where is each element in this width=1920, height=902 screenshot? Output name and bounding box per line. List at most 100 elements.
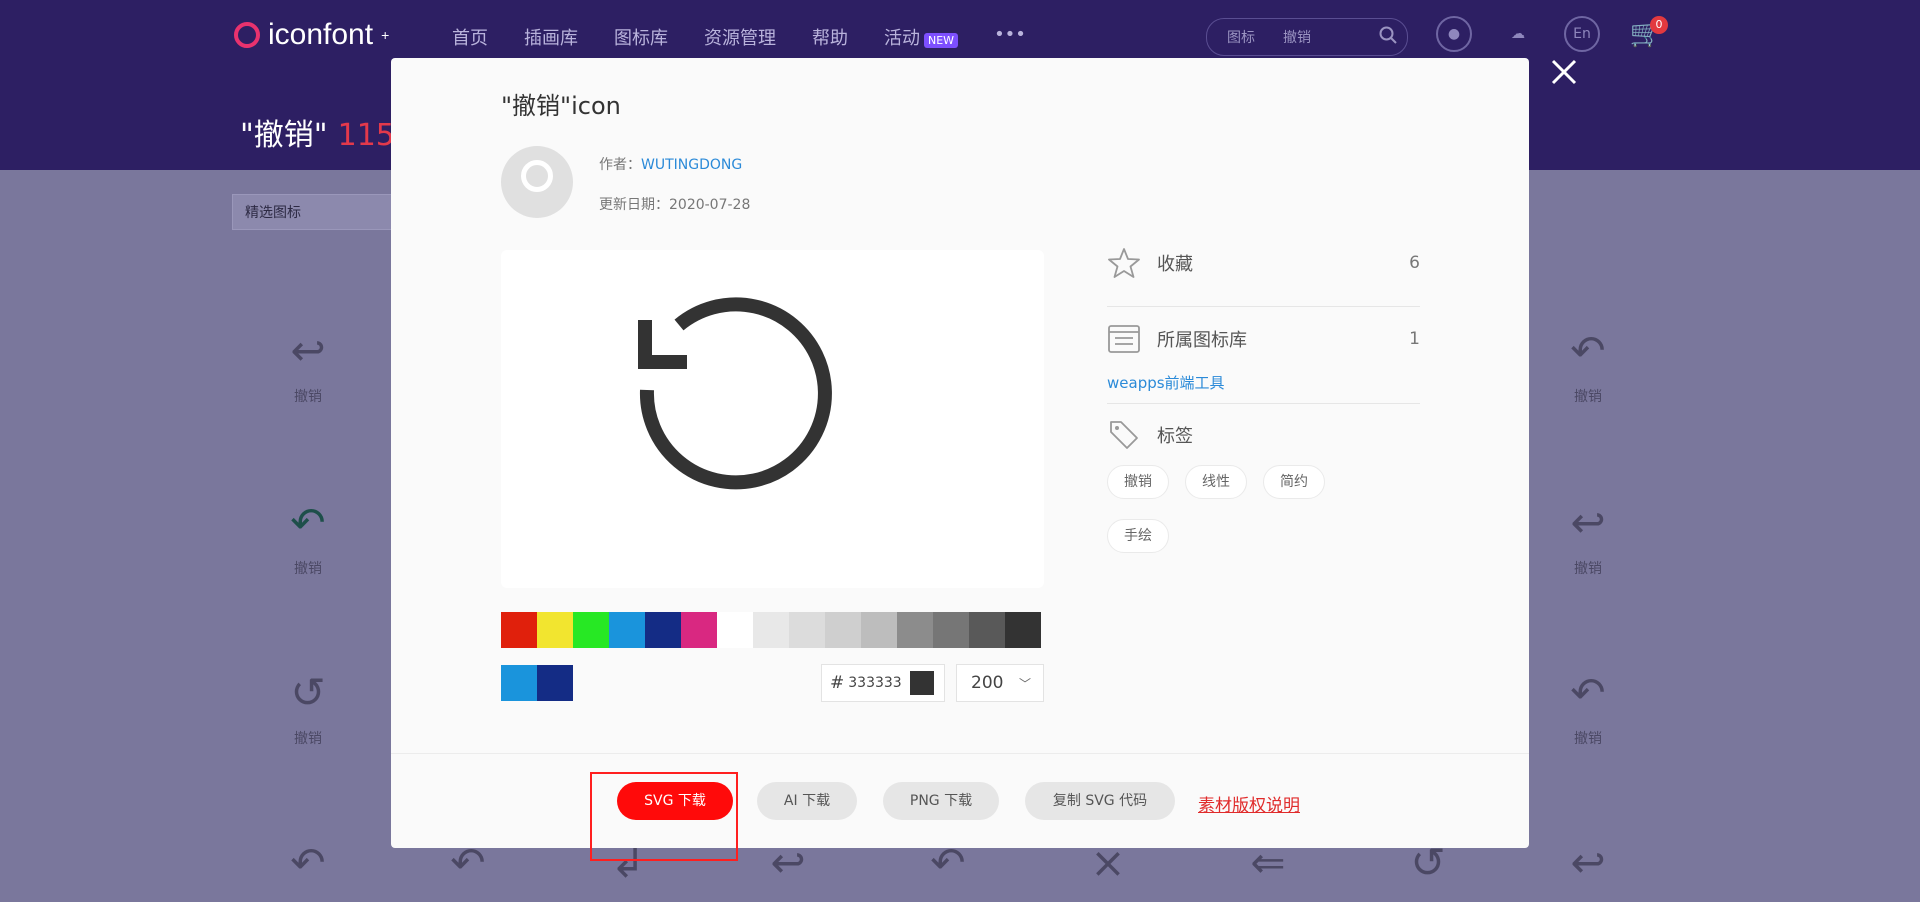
bg-icon-label: 撤销 [294, 731, 322, 747]
color-swatch[interactable] [609, 612, 645, 648]
color-swatch[interactable] [861, 612, 897, 648]
color-swatch[interactable] [645, 612, 681, 648]
nav-item-resources[interactable]: 资源管理 [704, 24, 776, 50]
favorites-label: 收藏 [1157, 254, 1193, 275]
close-icon [1551, 59, 1577, 85]
copy-svg-code-button[interactable]: 复制 SVG 代码 [1025, 782, 1175, 820]
color-swatch[interactable] [825, 612, 861, 648]
search-scope-select[interactable]: 图标 [1207, 27, 1265, 47]
nav-activity-label: 活动 [884, 28, 920, 49]
color-swatch[interactable] [1005, 612, 1041, 648]
icon-detail-modal: "撤销"icon 作者：WUTINGDONG 更新日期：2020-07-28 #… [391, 58, 1529, 861]
nav-item-home[interactable]: 首页 [452, 24, 488, 50]
logo-text: iconfont [268, 18, 374, 51]
tag-chip[interactable]: 简约 [1263, 465, 1325, 499]
icon-preview [501, 250, 1044, 588]
star-icon [1108, 248, 1140, 278]
bg-icon-item[interactable]: ↩ 撤销 [1538, 498, 1638, 578]
recent-colors [501, 665, 573, 701]
author-link[interactable]: WUTINGDONG [641, 157, 742, 173]
color-swatch[interactable] [537, 665, 573, 701]
highlight-box [590, 772, 738, 861]
tags-label: 标签 [1157, 426, 1193, 447]
color-swatch[interactable] [789, 612, 825, 648]
bg-icon-item[interactable]: ↺ 撤销 [258, 668, 358, 748]
library-label: 所属图标库 [1157, 330, 1247, 351]
color-swatch[interactable] [897, 612, 933, 648]
bg-icon-item[interactable]: ↩ [1538, 838, 1638, 888]
search-bar[interactable]: 图标 撤销 [1206, 18, 1408, 56]
color-swatch[interactable] [717, 612, 753, 648]
ai-download-button[interactable]: AI 下载 [757, 782, 857, 820]
library-link[interactable]: weapps前端工具 [1107, 372, 1225, 393]
tags-row: 标签 [1107, 418, 1420, 452]
color-palette [501, 612, 1041, 648]
color-swatch[interactable] [573, 612, 609, 648]
color-swatch[interactable] [681, 612, 717, 648]
download-bar: SVG 下载 AI 下载 PNG 下载 复制 SVG 代码 素材版权说明 [391, 753, 1529, 861]
bg-icon-label: 撤销 [294, 561, 322, 577]
site-logo[interactable]: iconfont + [234, 18, 389, 52]
nav-item-icon-library[interactable]: 图标库 [614, 24, 668, 50]
color-swatch[interactable] [933, 612, 969, 648]
search-term-title: "撤销" [240, 118, 328, 153]
tag-chip[interactable]: 线性 [1185, 465, 1247, 499]
upload-cloud-icon[interactable]: ☁ [1500, 16, 1536, 52]
color-swatch[interactable] [501, 612, 537, 648]
nav-item-activity[interactable]: 活动 NEW [884, 24, 959, 50]
close-modal-button[interactable] [1544, 52, 1584, 92]
bg-icon-item[interactable]: ↶ [258, 838, 358, 888]
nav-item-illustrations[interactable]: 插画库 [524, 24, 578, 50]
author-label: 作者： [599, 157, 641, 173]
tag-chip[interactable]: 撤销 [1107, 465, 1169, 499]
bg-icon-item[interactable]: ↶ 撤销 [1538, 668, 1638, 748]
png-download-button[interactable]: PNG 下载 [883, 782, 999, 820]
reply-icon: ↩ [1570, 498, 1606, 547]
reply-icon: ↩ [1570, 838, 1606, 887]
filter-select[interactable]: 精选图标 [232, 194, 392, 230]
size-select[interactable]: 200 ﹀ [956, 664, 1044, 702]
tag-icon [1110, 421, 1138, 449]
library-row: 所属图标库 1 [1107, 322, 1420, 356]
search-icon[interactable] [1379, 26, 1407, 48]
color-swatch[interactable] [753, 612, 789, 648]
language-switch[interactable]: En [1564, 16, 1600, 52]
author-avatar[interactable] [501, 146, 573, 218]
color-swatch[interactable] [501, 665, 537, 701]
color-swatch[interactable] [537, 612, 573, 648]
update-date: 2020-07-28 [669, 197, 751, 213]
nav-more-button[interactable]: ••• [994, 24, 1026, 50]
color-hex-value[interactable]: 333333 [844, 675, 910, 691]
chevron-down-icon: ﹀ [1018, 676, 1031, 691]
bg-icon-label: 撤销 [1574, 731, 1602, 747]
github-icon[interactable]: ● [1436, 16, 1472, 52]
bg-icon-item[interactable]: ↩ 撤销 [258, 326, 358, 406]
bg-icon-label: 撤销 [1574, 561, 1602, 577]
result-count: 115 [337, 118, 395, 153]
main-nav: 首页 插画库 图标库 资源管理 帮助 活动 NEW ••• [452, 24, 1026, 50]
rotate-ccw-icon [638, 297, 832, 490]
library-count: 1 [1409, 329, 1420, 349]
update-date-line: 更新日期：2020-07-28 [599, 194, 750, 214]
current-color-swatch[interactable] [910, 671, 934, 695]
bg-icon-label: 撤销 [1574, 389, 1602, 405]
bg-icon-label: 撤销 [294, 389, 322, 405]
tag-chip[interactable]: 手绘 [1107, 519, 1169, 553]
modal-title: "撤销"icon [501, 92, 621, 120]
undo-icon: ↶ [1570, 326, 1606, 375]
license-link[interactable]: 素材版权说明 [1198, 791, 1300, 816]
nav-item-help[interactable]: 帮助 [812, 24, 848, 50]
undo-icon: ↶ [290, 838, 326, 887]
bg-icon-item[interactable]: ↶ 撤销 [258, 498, 358, 578]
color-hex-input[interactable]: # 333333 [821, 664, 945, 702]
search-input[interactable]: 撤销 [1265, 27, 1379, 47]
hash-symbol: # [830, 673, 845, 693]
color-swatch[interactable] [969, 612, 1005, 648]
divider [1107, 306, 1420, 307]
bg-icon-item[interactable]: ↶ 撤销 [1538, 326, 1638, 406]
cart-count-badge: 0 [1650, 16, 1668, 34]
new-badge: NEW [924, 33, 959, 48]
library-list-icon [1108, 325, 1140, 353]
rotate-ccw-icon: ↺ [290, 668, 326, 717]
favorites-row[interactable]: 收藏 6 [1107, 246, 1420, 280]
